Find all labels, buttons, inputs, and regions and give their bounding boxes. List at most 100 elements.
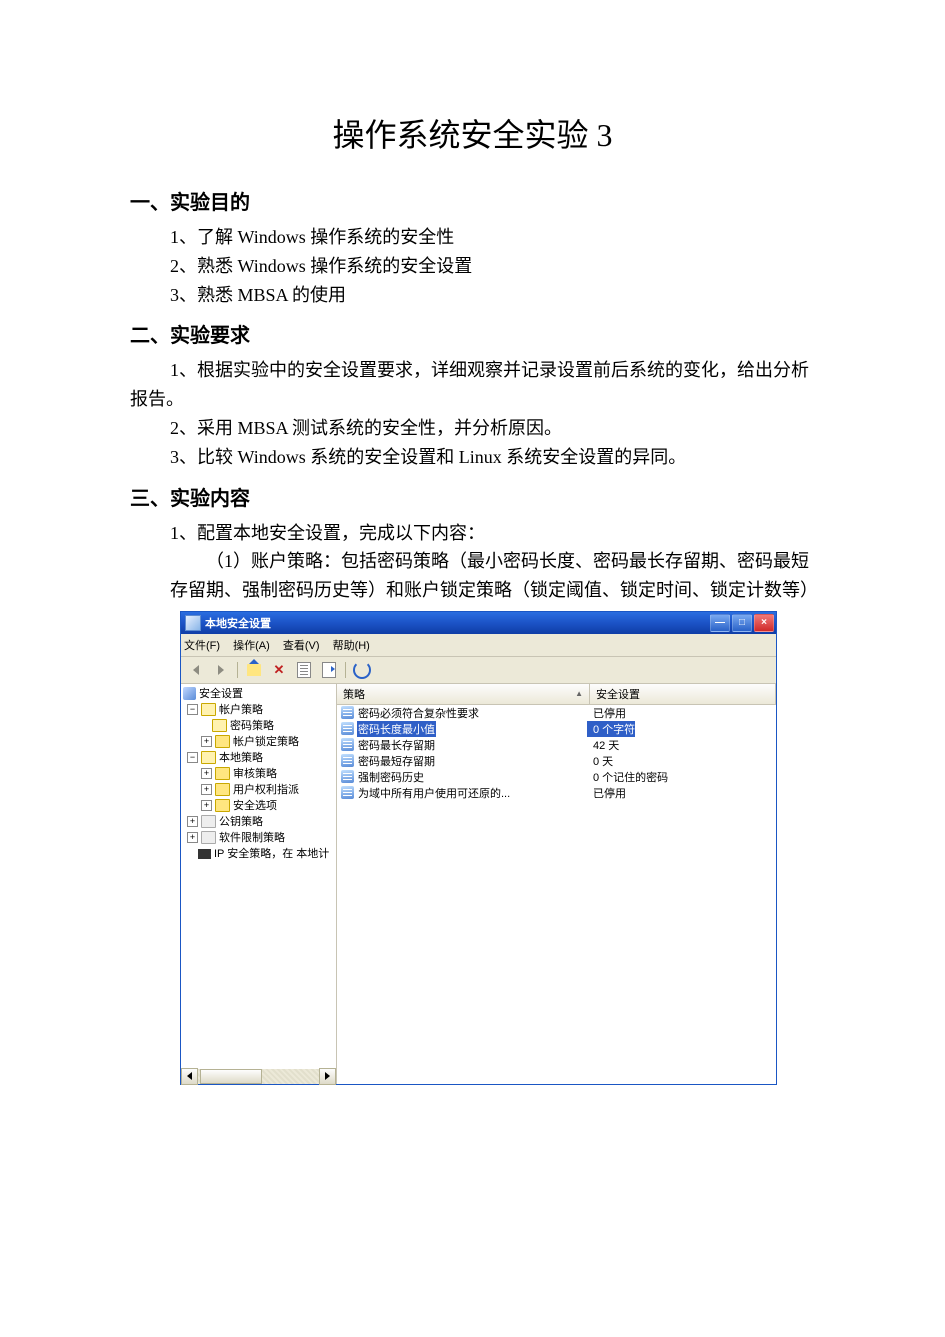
close-button[interactable]: × — [754, 614, 774, 632]
policy-icon — [341, 786, 354, 799]
toolbar-sep — [345, 662, 346, 678]
scroll-thumb[interactable] — [200, 1069, 262, 1084]
menu-action[interactable]: 操作(A) — [233, 640, 270, 652]
policy-icon — [341, 738, 354, 751]
policy-icon — [341, 770, 354, 783]
delete-button[interactable]: ✕ — [268, 660, 290, 680]
scroll-left-button[interactable] — [181, 1068, 198, 1085]
policy-icon — [341, 722, 354, 735]
tree-node-lockout-policy[interactable]: + 帐户锁定策略 — [183, 734, 336, 750]
list-panel: 策略 ▲ 安全设置 密码必须符合复杂性要求 已停用 密码长度最小值 0 个字符 密… — [337, 684, 776, 1084]
tree: 安全设置 − 帐户策略 密码策略 — [181, 684, 336, 1069]
refresh-button[interactable] — [351, 660, 373, 680]
tree-label: 帐户策略 — [219, 702, 263, 718]
tree-node-local-policy[interactable]: − 本地策略 — [183, 750, 336, 766]
expand-icon[interactable]: + — [201, 784, 212, 795]
col-policy[interactable]: 策略 ▲ — [337, 684, 590, 704]
policy-value: 0 天 — [587, 753, 613, 769]
tree-node-rights[interactable]: + 用户权利指派 — [183, 782, 336, 798]
expand-icon[interactable]: + — [187, 816, 198, 827]
window-title: 本地安全设置 — [205, 615, 708, 631]
minimize-button[interactable]: — — [710, 614, 730, 632]
folder-icon — [215, 799, 230, 812]
up-button[interactable] — [243, 660, 265, 680]
policy-icon — [341, 754, 354, 767]
expand-icon[interactable]: + — [201, 768, 212, 779]
ipsec-icon — [198, 849, 211, 859]
content-subpara: （1）账户策略：包括密码策略（最小密码长度、密码最长存留期、密码最短存留期、强制… — [170, 547, 815, 605]
menu-view[interactable]: 查看(V) — [283, 640, 320, 652]
folder-icon — [215, 767, 230, 780]
back-button[interactable] — [185, 660, 207, 680]
tree-label: 用户权利指派 — [233, 782, 299, 798]
tree-node-software[interactable]: + 软件限制策略 — [183, 830, 336, 846]
policy-name: 密码最长存留期 — [357, 737, 436, 753]
req-para: 3、比较 Windows 系统的安全设置和 Linux 系统安全设置的异同。 — [170, 443, 815, 472]
chevron-left-icon — [187, 1072, 192, 1080]
arrow-right-icon — [218, 665, 224, 675]
table-row[interactable]: 强制密码历史 0 个记住的密码 — [337, 769, 776, 785]
content-subpara-text: （1）账户策略：包括密码策略（最小密码长度、密码最长存留期、密码最短存留期、强制… — [170, 551, 818, 600]
properties-button[interactable] — [293, 660, 315, 680]
tree-root[interactable]: 安全设置 — [183, 686, 336, 702]
section-heading-1: 一、实验目的 — [130, 186, 815, 215]
folder-icon — [201, 815, 216, 828]
tree-node-account[interactable]: − 帐户策略 — [183, 702, 336, 718]
forward-button[interactable] — [210, 660, 232, 680]
expand-icon[interactable]: + — [201, 736, 212, 747]
tree-node-password-policy[interactable]: 密码策略 — [183, 718, 336, 734]
table-row-selected[interactable]: 密码长度最小值 0 个字符 — [337, 721, 776, 737]
tree-label: 帐户锁定策略 — [233, 734, 299, 750]
delete-icon: ✕ — [274, 663, 285, 676]
collapse-icon[interactable]: − — [187, 704, 198, 715]
scroll-right-button[interactable] — [319, 1068, 336, 1085]
menubar: 文件(F) 操作(A) 查看(V) 帮助(H) — [181, 634, 776, 657]
tree-h-scrollbar[interactable] — [181, 1069, 336, 1084]
refresh-icon — [353, 661, 371, 679]
maximize-button[interactable]: □ — [732, 614, 752, 632]
settings-icon — [183, 687, 196, 700]
col-setting[interactable]: 安全设置 — [590, 684, 776, 704]
objectives-list: 1、了解 Windows 操作系统的安全性 2、熟悉 Windows 操作系统的… — [170, 223, 815, 309]
policy-name: 为域中所有用户使用可还原的... — [357, 785, 511, 801]
sort-asc-icon: ▲ — [575, 689, 583, 698]
table-row[interactable]: 密码必须符合复杂性要求 已停用 — [337, 705, 776, 721]
req-para: 2、采用 MBSA 测试系统的安全性，并分析原因。 — [170, 414, 815, 443]
page-title: 操作系统安全实验 3 — [130, 110, 815, 156]
expand-icon[interactable]: + — [187, 832, 198, 843]
tree-label: 公钥策略 — [219, 814, 263, 830]
up-icon — [247, 664, 261, 676]
expand-icon[interactable]: + — [201, 800, 212, 811]
col-label: 策略 — [343, 686, 365, 702]
tree-node-security-options[interactable]: + 安全选项 — [183, 798, 336, 814]
list-rows: 密码必须符合复杂性要求 已停用 密码长度最小值 0 个字符 密码最长存留期 42… — [337, 705, 776, 801]
tree-node-ipsec[interactable]: IP 安全策略，在 本地计 — [183, 846, 336, 862]
tree-label: 软件限制策略 — [219, 830, 285, 846]
menu-help[interactable]: 帮助(H) — [333, 640, 370, 652]
export-button[interactable] — [318, 660, 340, 680]
document-page: 操作系统安全实验 3 一、实验目的 1、了解 Windows 操作系统的安全性 … — [0, 0, 945, 1337]
tree-label: 密码策略 — [230, 718, 274, 734]
section-heading-2: 二、实验要求 — [130, 319, 815, 348]
chevron-right-icon — [325, 1072, 330, 1080]
titlebar[interactable]: 本地安全设置 — □ × — [181, 612, 776, 634]
policy-name: 密码必须符合复杂性要求 — [357, 705, 480, 721]
folder-icon — [215, 783, 230, 796]
scroll-track[interactable] — [198, 1069, 319, 1084]
table-row[interactable]: 密码最短存留期 0 天 — [337, 753, 776, 769]
menu-file[interactable]: 文件(F) — [184, 640, 220, 652]
collapse-icon[interactable]: − — [187, 752, 198, 763]
policy-name: 强制密码历史 — [357, 769, 425, 785]
tree-label: IP 安全策略，在 本地计 — [214, 846, 329, 862]
tree-label: 审核策略 — [233, 766, 277, 782]
list-item: 1、了解 Windows 操作系统的安全性 — [170, 223, 815, 252]
section-heading-3: 三、实验内容 — [130, 482, 815, 511]
arrow-left-icon — [193, 665, 199, 675]
tree-node-pubkey[interactable]: + 公钥策略 — [183, 814, 336, 830]
table-row[interactable]: 为域中所有用户使用可还原的... 已停用 — [337, 785, 776, 801]
table-row[interactable]: 密码最长存留期 42 天 — [337, 737, 776, 753]
content-para: 1、配置本地安全设置，完成以下内容： — [170, 519, 815, 548]
tree-label: 安全设置 — [199, 686, 243, 702]
tree-node-audit[interactable]: + 审核策略 — [183, 766, 336, 782]
policy-value: 42 天 — [587, 737, 619, 753]
